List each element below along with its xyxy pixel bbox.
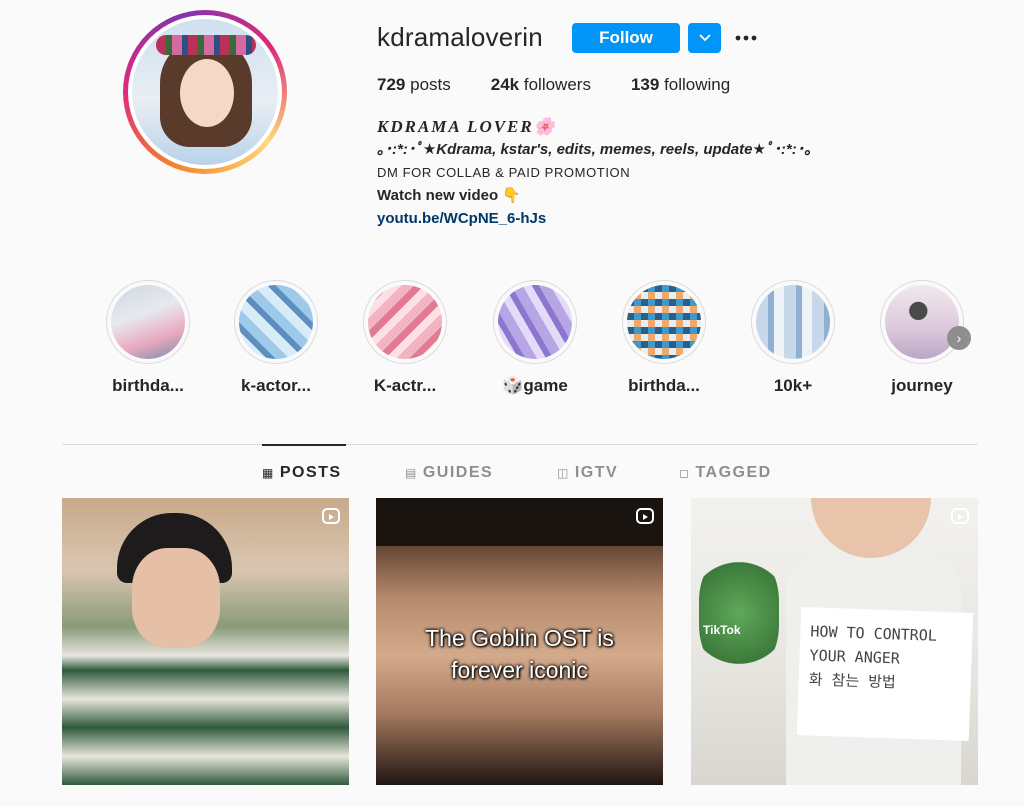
tiktok-watermark: TikTok — [703, 623, 741, 637]
more-dots-icon — [735, 35, 757, 41]
guide-icon: ▤ — [405, 466, 418, 480]
reel-icon — [636, 508, 654, 524]
active-tab-indicator — [262, 444, 346, 446]
following-stat[interactable]: 139 following — [631, 75, 730, 95]
reel-icon — [322, 508, 340, 524]
follow-button[interactable]: Follow — [572, 23, 680, 53]
highlight-item[interactable]: birthda... — [622, 280, 706, 396]
bio-link[interactable]: youtu.be/WCpNE_6-hJs — [377, 210, 546, 227]
followers-stat[interactable]: 24k followers — [491, 75, 591, 95]
highlights-next-button[interactable]: › — [947, 326, 971, 350]
bio-video-note: Watch new video 👇 — [377, 187, 521, 204]
tab-posts[interactable]: ▦ POSTS — [262, 464, 342, 482]
highlight-label: k-actor... — [241, 376, 311, 395]
profile-stats: 729 posts 24k followers 139 following — [377, 75, 730, 95]
tv-icon: ◫ — [557, 466, 570, 480]
highlight-label: K-actr... — [373, 376, 437, 395]
post-tile[interactable]: HOW TO CONTROL YOUR ANGER 화 참는 방법 TikTok — [691, 498, 978, 785]
bio-collab-note: DM FOR COLLAB & PAID PROMOTION — [377, 165, 631, 180]
profile-bio: KDRAMA LOVER🌸 ｡･:*:･ﾟ★Kdrama, kstar's, e… — [377, 115, 897, 230]
highlight-label: birthda... — [628, 376, 700, 395]
highlight-item[interactable]: birthda... — [106, 280, 190, 396]
chevron-down-icon — [698, 34, 711, 42]
tab-igtv[interactable]: ◫ IGTV — [557, 464, 618, 482]
sign-line: 화 참는 방법 — [808, 670, 897, 692]
chevron-right-icon: › — [956, 330, 962, 346]
highlight-item[interactable]: k-actor... — [234, 280, 318, 396]
tab-tagged[interactable]: ◻ TAGGED — [679, 464, 772, 482]
highlight-item[interactable]: 🎲game — [493, 280, 577, 396]
posts-stat: 729 posts — [377, 75, 451, 94]
more-options-button[interactable] — [734, 24, 758, 52]
post-sign: HOW TO CONTROL YOUR ANGER 화 참는 방법 — [796, 607, 974, 741]
grid-icon: ▦ — [262, 466, 275, 480]
highlight-label: 10k+ — [773, 376, 813, 395]
post-tile[interactable]: The Goblin OST is forever iconic — [376, 498, 663, 785]
post-tile[interactable] — [62, 498, 349, 785]
post-overlay-line: forever iconic — [451, 657, 588, 683]
profile-username: kdramaloverin — [377, 22, 543, 52]
sign-line: YOUR ANGER — [809, 646, 901, 668]
highlight-label: 🎲game — [502, 376, 568, 395]
tag-icon: ◻ — [679, 466, 691, 480]
suggested-dropdown-button[interactable] — [688, 23, 721, 53]
bio-name: KDRAMA LOVER🌸 — [377, 117, 557, 136]
tabs-divider — [62, 444, 978, 445]
post-overlay-line: The Goblin OST is — [425, 625, 614, 651]
tab-guides[interactable]: ▤ GUIDES — [405, 464, 493, 482]
profile-avatar[interactable] — [123, 10, 287, 174]
highlight-item[interactable]: K-actr... — [363, 280, 447, 396]
highlight-label: journey — [891, 376, 953, 395]
highlight-label: birthda... — [112, 376, 184, 395]
post-overlay-text: The Goblin OST is forever iconic — [376, 622, 663, 686]
sign-line: HOW TO CONTROL — [810, 622, 938, 645]
highlight-item[interactable]: 10k+ — [751, 280, 835, 396]
bio-description: ｡･:*:･ﾟ★Kdrama, kstar's, edits, memes, r… — [377, 141, 812, 158]
reel-icon — [951, 508, 969, 524]
